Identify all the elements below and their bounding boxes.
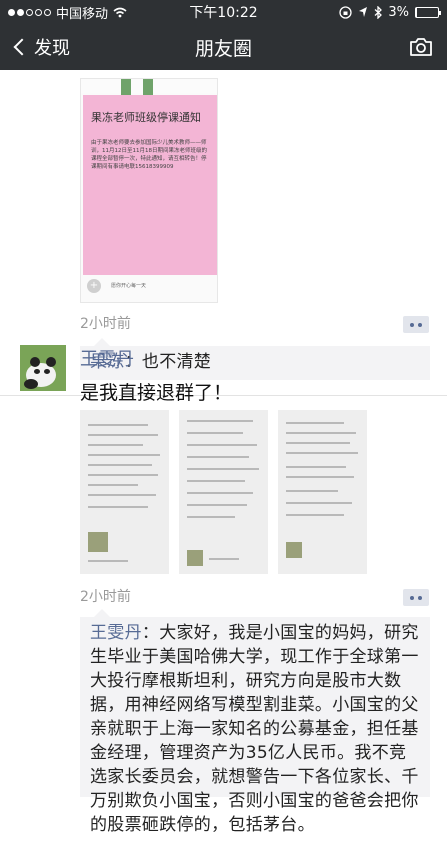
comment-menu-button[interactable] (403, 316, 429, 333)
comment: 王雯丹：大家好，我是小国宝的妈妈，研究生毕业于美国哈佛大学，现工作于全球第一大投… (80, 617, 430, 841)
poster-body: 由于果冻老师要去参加国际少儿美术教师——师训，11月12日至11月18日期间果冻… (91, 140, 207, 170)
post-image-2[interactable] (179, 410, 268, 574)
post-image-3[interactable] (278, 410, 367, 574)
post-author[interactable]: 王雯丹 (80, 345, 134, 371)
page-title: 朋友圈 (194, 37, 252, 60)
battery-icon (415, 6, 441, 18)
carrier-label: 中国移动 (56, 6, 109, 22)
lock-rotation-icon (339, 5, 353, 19)
bluetooth-icon (374, 5, 383, 19)
back-button[interactable]: 发现 (0, 34, 120, 60)
comment-body: ：也不清楚 (124, 352, 212, 372)
comment-author[interactable]: 王雯丹 (90, 623, 142, 643)
location-icon (359, 7, 368, 17)
post-image-1[interactable] (80, 410, 169, 574)
post-text: 是我直接退群了！ (80, 382, 233, 404)
nav-bar: 发现 朋友圈 (0, 24, 447, 70)
plus-icon: + (87, 279, 101, 293)
camera-icon (410, 38, 432, 56)
post-timestamp: 2小时前 (80, 316, 131, 332)
poster-footer: 愿你开心每一天 (111, 283, 147, 289)
comment-body: ：大家好，我是小国宝的妈妈，研究生毕业于美国哈佛大学，现工作于全球第一大投行摩根… (90, 623, 419, 835)
post-timestamp: 2小时前 (80, 589, 131, 605)
camera-button[interactable] (327, 37, 447, 57)
clock: 下午10:22 (189, 5, 258, 21)
signal-icon (8, 8, 51, 16)
comment-section: 王雯丹：大家好，我是小国宝的妈妈，研究生毕业于美国哈佛大学，现工作于全球第一大投… (80, 609, 430, 835)
avatar[interactable] (20, 345, 66, 391)
status-bar: 中国移动 下午10:22 3% (0, 0, 447, 24)
comment-menu-button[interactable] (403, 589, 429, 606)
moments-feed[interactable]: 果冻老师班级停课通知 由于果冻老师要去参加国际少儿美术教师——师训，11月12日… (0, 70, 447, 835)
back-label: 发现 (34, 38, 70, 59)
wifi-icon (113, 7, 127, 17)
chevron-left-icon (13, 38, 31, 56)
poster-title: 果冻老师班级停课通知 (91, 111, 201, 124)
post-image-notice[interactable]: 果冻老师班级停课通知 由于果冻老师要去参加国际少儿美术教师——师训，11月12日… (80, 78, 218, 303)
battery-percent: 3% (388, 4, 409, 20)
